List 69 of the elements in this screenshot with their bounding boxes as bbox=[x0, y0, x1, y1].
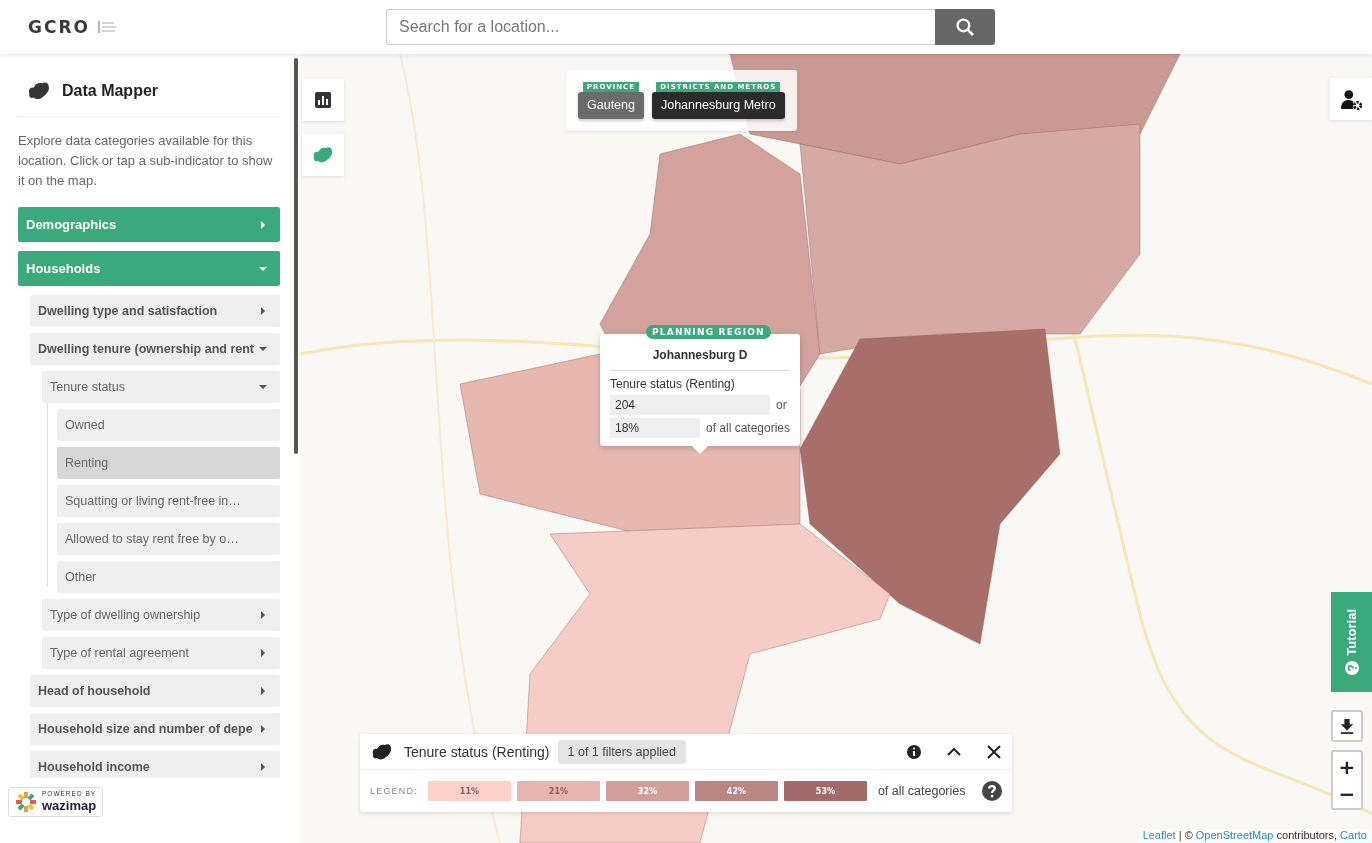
sub-indicator-item[interactable]: Allowed to stay rent free by o… bbox=[57, 523, 280, 555]
search-field[interactable]: Search for a location... bbox=[386, 9, 935, 45]
openstreetmap-link[interactable]: OpenStreetMap bbox=[1195, 829, 1274, 841]
user-settings-icon bbox=[1340, 88, 1362, 110]
caret-icon bbox=[258, 648, 268, 658]
user-settings-button[interactable] bbox=[1330, 78, 1372, 120]
legend-swatch: 11% bbox=[427, 781, 511, 801]
zoom-in-button[interactable]: + bbox=[1331, 750, 1363, 782]
legend-swatch: 21% bbox=[516, 781, 600, 801]
legend-label: LEGEND: bbox=[370, 786, 418, 796]
subcategory-item[interactable]: Household income bbox=[30, 751, 280, 778]
search-icon bbox=[956, 18, 974, 36]
close-button[interactable] bbox=[986, 743, 1002, 760]
sunburst-icon bbox=[15, 791, 37, 813]
category-item[interactable]: Households bbox=[18, 251, 280, 286]
legend-suffix: of all categories bbox=[877, 784, 966, 798]
percent-field: 18% bbox=[610, 418, 700, 438]
help-icon bbox=[1344, 661, 1359, 676]
close-icon bbox=[986, 743, 1002, 760]
location-chip[interactable]: Johannesburg Metro bbox=[651, 92, 785, 119]
caret-icon bbox=[258, 762, 268, 772]
subcategory-item[interactable]: Dwelling tenure (ownership and rent bbox=[30, 333, 280, 365]
zoom-out-button[interactable]: − bbox=[1331, 780, 1363, 810]
info-button[interactable] bbox=[906, 743, 922, 760]
legend-swatch: 53% bbox=[783, 781, 867, 801]
caret-icon bbox=[258, 610, 268, 620]
chart-button[interactable] bbox=[302, 79, 344, 121]
region-tag: PLANNING REGION bbox=[646, 325, 771, 339]
help-icon bbox=[982, 781, 1002, 801]
search-button[interactable] bbox=[935, 9, 995, 45]
caret-icon bbox=[258, 724, 268, 734]
carto-link[interactable]: Carto bbox=[1340, 829, 1367, 841]
caret-icon bbox=[258, 344, 268, 354]
percent-suffix: of all categories bbox=[705, 421, 790, 435]
indicator-item[interactable]: Tenure status bbox=[42, 371, 280, 403]
leaflet-link[interactable]: Leaflet bbox=[1142, 829, 1176, 841]
intro-text: Explore data categories available for this location. Click or tap a sub-indicator to show it on the map. bbox=[18, 132, 274, 190]
legend-title: Tenure status (Renting) bbox=[404, 743, 550, 760]
legend-swatch: 42% bbox=[694, 781, 778, 801]
logo-text: GCRO bbox=[28, 17, 90, 37]
subcategory-item[interactable]: Household size and number of depe bbox=[30, 713, 280, 745]
filter-count: 1 of 1 filters applied bbox=[557, 739, 686, 764]
attribution-text: Leaflet | © OpenStreetMap contributors, Carto bbox=[1139, 829, 1370, 841]
download-button[interactable] bbox=[1331, 710, 1363, 742]
subcategory-item[interactable]: Head of household bbox=[30, 675, 280, 707]
category-item[interactable]: Demographics bbox=[18, 207, 280, 242]
legend-swatch: 32% bbox=[605, 781, 689, 801]
value-suffix: or bbox=[776, 398, 787, 412]
subcategory-item[interactable]: Dwelling type and satisfaction bbox=[30, 295, 280, 327]
location-chip[interactable]: Gauteng bbox=[578, 92, 644, 119]
sub-indicator-item[interactable]: Owned bbox=[57, 409, 280, 441]
sub-indicator-item[interactable]: Squatting or living rent-free in… bbox=[57, 485, 280, 517]
map-button[interactable] bbox=[302, 134, 344, 176]
indicator-name: Tenure status (Renting) bbox=[610, 377, 736, 391]
value-field: 204 bbox=[610, 395, 770, 415]
indicator-item[interactable]: Type of dwelling ownership bbox=[42, 599, 280, 631]
sub-indicator-item[interactable]: Renting bbox=[57, 447, 280, 479]
sub-indicator-item[interactable]: Other bbox=[57, 561, 280, 593]
help-button[interactable] bbox=[982, 781, 1002, 801]
caret-icon bbox=[258, 686, 268, 696]
download-icon bbox=[1340, 718, 1354, 734]
caret-icon bbox=[258, 219, 268, 230]
bar-chart-icon bbox=[315, 92, 331, 108]
caret-icon bbox=[258, 306, 268, 316]
indicator-item[interactable]: Type of rental agreement bbox=[42, 637, 280, 669]
sidebar-title: Data Mapper bbox=[62, 82, 159, 100]
tutorial-tab[interactable]: Tutorial bbox=[1331, 592, 1372, 692]
info-icon bbox=[906, 743, 922, 760]
caret-icon bbox=[258, 382, 268, 392]
